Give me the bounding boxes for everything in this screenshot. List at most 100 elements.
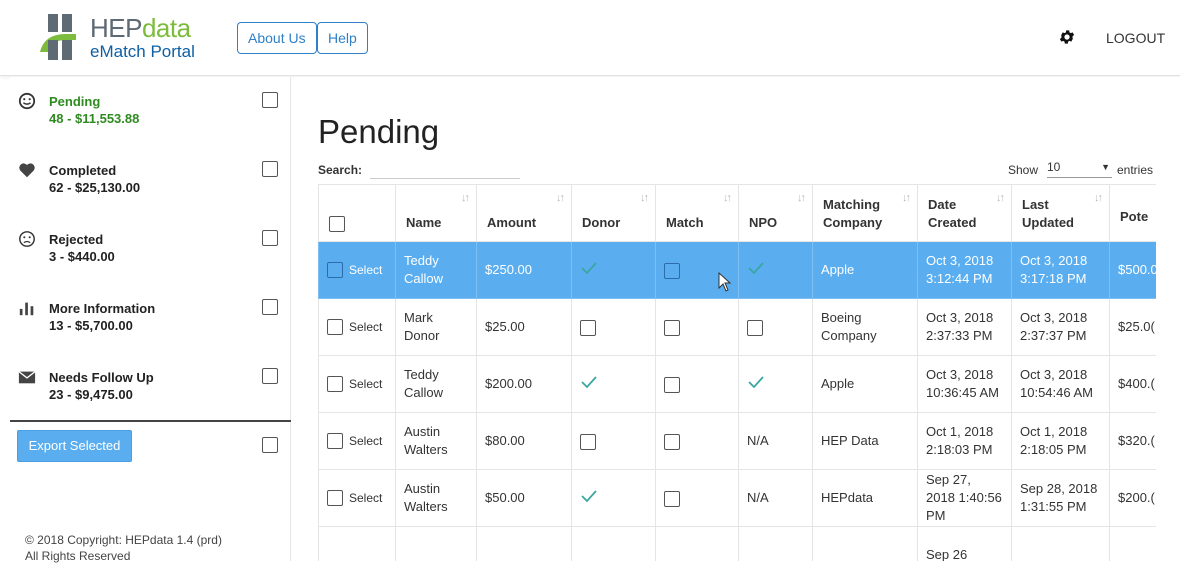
sort-icon: ↓↑ <box>902 192 911 204</box>
column-header-amount[interactable]: ↓↑ Amount <box>476 184 572 242</box>
date-created: Oct 3, 2018 3:12:44 PM <box>926 253 994 286</box>
row-select-checkbox[interactable] <box>327 490 343 506</box>
npo-checkbox[interactable] <box>747 319 763 336</box>
match-checkbox[interactable] <box>664 262 680 279</box>
potential-cell <box>1109 526 1156 561</box>
row-select-cell[interactable] <box>318 526 396 561</box>
sidebar-item-more-information[interactable]: More Information 13 - $5,700.00 <box>10 284 291 344</box>
column-header-donor[interactable]: ↓↑ Donor <box>571 184 656 242</box>
name-cell <box>395 526 477 561</box>
table-row[interactable]: Select Teddy Callow $200.00 Apple Oct 3, 201… <box>318 355 1156 413</box>
npo-text: N/A <box>747 433 769 448</box>
table-row[interactable]: Select Teddy Callow $250.00 Apple Oct 3, 201… <box>318 241 1156 299</box>
table-row[interactable]: Select Austin Walters $80.00 N/A HEP Data Oct… <box>318 412 1156 470</box>
select-all-checkbox[interactable] <box>329 215 345 232</box>
row-select-checkbox[interactable] <box>327 433 343 449</box>
pending-table-container: ↓↑ Name ↓↑ Amount ↓↑ Donor ↓↑ Match ↓↑ NPO ↓↑… <box>318 184 1156 561</box>
frown-icon <box>19 231 35 247</box>
potential-value: $320.( <box>1118 433 1155 448</box>
row-select-cell[interactable]: Select <box>318 469 396 527</box>
column-header-name[interactable]: ↓↑ Name <box>395 184 477 242</box>
sort-icon: ↓↑ <box>797 192 806 204</box>
hepdata-logo-mark-icon <box>40 14 76 60</box>
sidebar-checkbox-more-information[interactable] <box>262 299 278 315</box>
donor-cell <box>571 526 656 561</box>
amount-cell <box>476 526 572 561</box>
sidebar-item-value: 3 - $440.00 <box>49 249 115 264</box>
check-icon <box>748 375 764 388</box>
copyright-line: © 2018 Copyright: HEPdata 1.4 (prd) <box>25 533 222 547</box>
amount-cell: $250.00 <box>476 241 572 299</box>
table-row[interactable]: Select Austin Walters $50.00 N/A HEPdata Sep … <box>318 469 1156 527</box>
export-select-all-checkbox[interactable] <box>262 437 278 453</box>
potential-cell: $200.( <box>1109 469 1156 527</box>
amount-cell: $200.00 <box>476 355 572 413</box>
sidebar-item-label: Needs Follow Up <box>49 370 154 385</box>
last-updated-cell <box>1011 526 1110 561</box>
about-us-button[interactable]: About Us <box>237 22 317 54</box>
match-cell <box>655 298 739 356</box>
row-select-cell[interactable]: Select <box>318 298 396 356</box>
column-header-potential[interactable]: Pote <box>1109 184 1156 242</box>
bar-chart-icon <box>19 302 34 316</box>
match-checkbox[interactable] <box>664 433 680 450</box>
row-select-cell[interactable]: Select <box>318 412 396 470</box>
gear-icon[interactable] <box>1058 28 1076 46</box>
sidebar-item-pending[interactable]: Pending 48 - $11,553.88 <box>10 77 291 137</box>
amount-cell: $50.00 <box>476 469 572 527</box>
last-updated-cell: Oct 3, 2018 2:37:37 PM <box>1011 298 1110 356</box>
sidebar-item-completed[interactable]: Completed 62 - $25,130.00 <box>10 146 291 206</box>
table-row[interactable]: Select Mark Donor $25.00 Boeing Company Oct … <box>318 298 1156 356</box>
row-select-checkbox[interactable] <box>327 319 343 335</box>
sidebar-checkbox-pending[interactable] <box>262 92 278 108</box>
potential-value: $25.0( <box>1118 319 1155 334</box>
column-header-date-created[interactable]: ↓↑ Date Created <box>917 184 1012 242</box>
sort-icon: ↓↑ <box>640 192 649 204</box>
potential-cell: $25.0( <box>1109 298 1156 356</box>
date-created-cell: Oct 3, 2018 10:36:45 AM <box>917 355 1012 413</box>
match-checkbox[interactable] <box>664 490 680 507</box>
row-select-checkbox[interactable] <box>327 376 343 392</box>
column-header-last-updated[interactable]: ↓↑ Last Updated <box>1011 184 1110 242</box>
help-button[interactable]: Help <box>317 22 368 54</box>
sidebar-checkbox-needs-follow-up[interactable] <box>262 368 278 384</box>
row-select-cell[interactable]: Select <box>318 241 396 299</box>
row-select-cell[interactable]: Select <box>318 355 396 413</box>
company-cell <box>812 526 918 561</box>
sidebar-checkbox-rejected[interactable] <box>262 230 278 246</box>
sidebar-item-rejected[interactable]: Rejected 3 - $440.00 <box>10 215 291 275</box>
sidebar-item-value: 48 - $11,553.88 <box>49 111 140 126</box>
date-created-cell: Oct 3, 2018 2:37:33 PM <box>917 298 1012 356</box>
date-created: Oct 3, 2018 10:36:45 AM <box>926 367 999 400</box>
row-select-label: Select <box>349 434 383 448</box>
company-name: Apple <box>821 262 855 277</box>
name-cell: Mark Donor <box>395 298 477 356</box>
match-checkbox[interactable] <box>664 319 680 336</box>
sidebar-checkbox-completed[interactable] <box>262 161 278 177</box>
sidebar-item-needs-follow-up[interactable]: Needs Follow Up 23 - $9,475.00 <box>10 353 291 413</box>
column-header-npo[interactable]: ↓↑ NPO <box>738 184 813 242</box>
row-select-checkbox[interactable] <box>327 262 343 278</box>
search-input[interactable] <box>370 159 520 179</box>
logout-link[interactable]: LOGOUT <box>1106 30 1165 46</box>
table-row[interactable]: Sep 26 <box>318 526 1156 561</box>
amount-value: $200.00 <box>485 376 532 391</box>
donor-checkbox[interactable] <box>580 433 596 450</box>
amount-value: $80.00 <box>485 433 525 448</box>
entries-select[interactable]: 10 ▼ <box>1047 160 1112 178</box>
amount-value: $50.00 <box>485 490 525 505</box>
donor-cell <box>571 355 656 413</box>
status-sidebar: Pending 48 - $11,553.88 Completed 62 - $… <box>10 77 291 563</box>
npo-cell: N/A <box>738 412 813 470</box>
donor-checkbox[interactable] <box>580 319 596 336</box>
column-header-matching-company[interactable]: ↓↑ Matching Company <box>812 184 918 242</box>
row-select-label: Select <box>349 320 383 334</box>
sidebar-item-value: 23 - $9,475.00 <box>49 387 133 402</box>
hepdata-logo[interactable]: HEPdata eMatch Portal <box>36 12 216 62</box>
name-cell: Austin Walters <box>395 412 477 470</box>
select-all-header[interactable] <box>318 184 396 242</box>
column-header-match[interactable]: ↓↑ Match <box>655 184 739 242</box>
smile-icon <box>18 92 36 110</box>
export-selected-button[interactable]: Export Selected <box>17 430 132 462</box>
match-checkbox[interactable] <box>664 376 680 393</box>
